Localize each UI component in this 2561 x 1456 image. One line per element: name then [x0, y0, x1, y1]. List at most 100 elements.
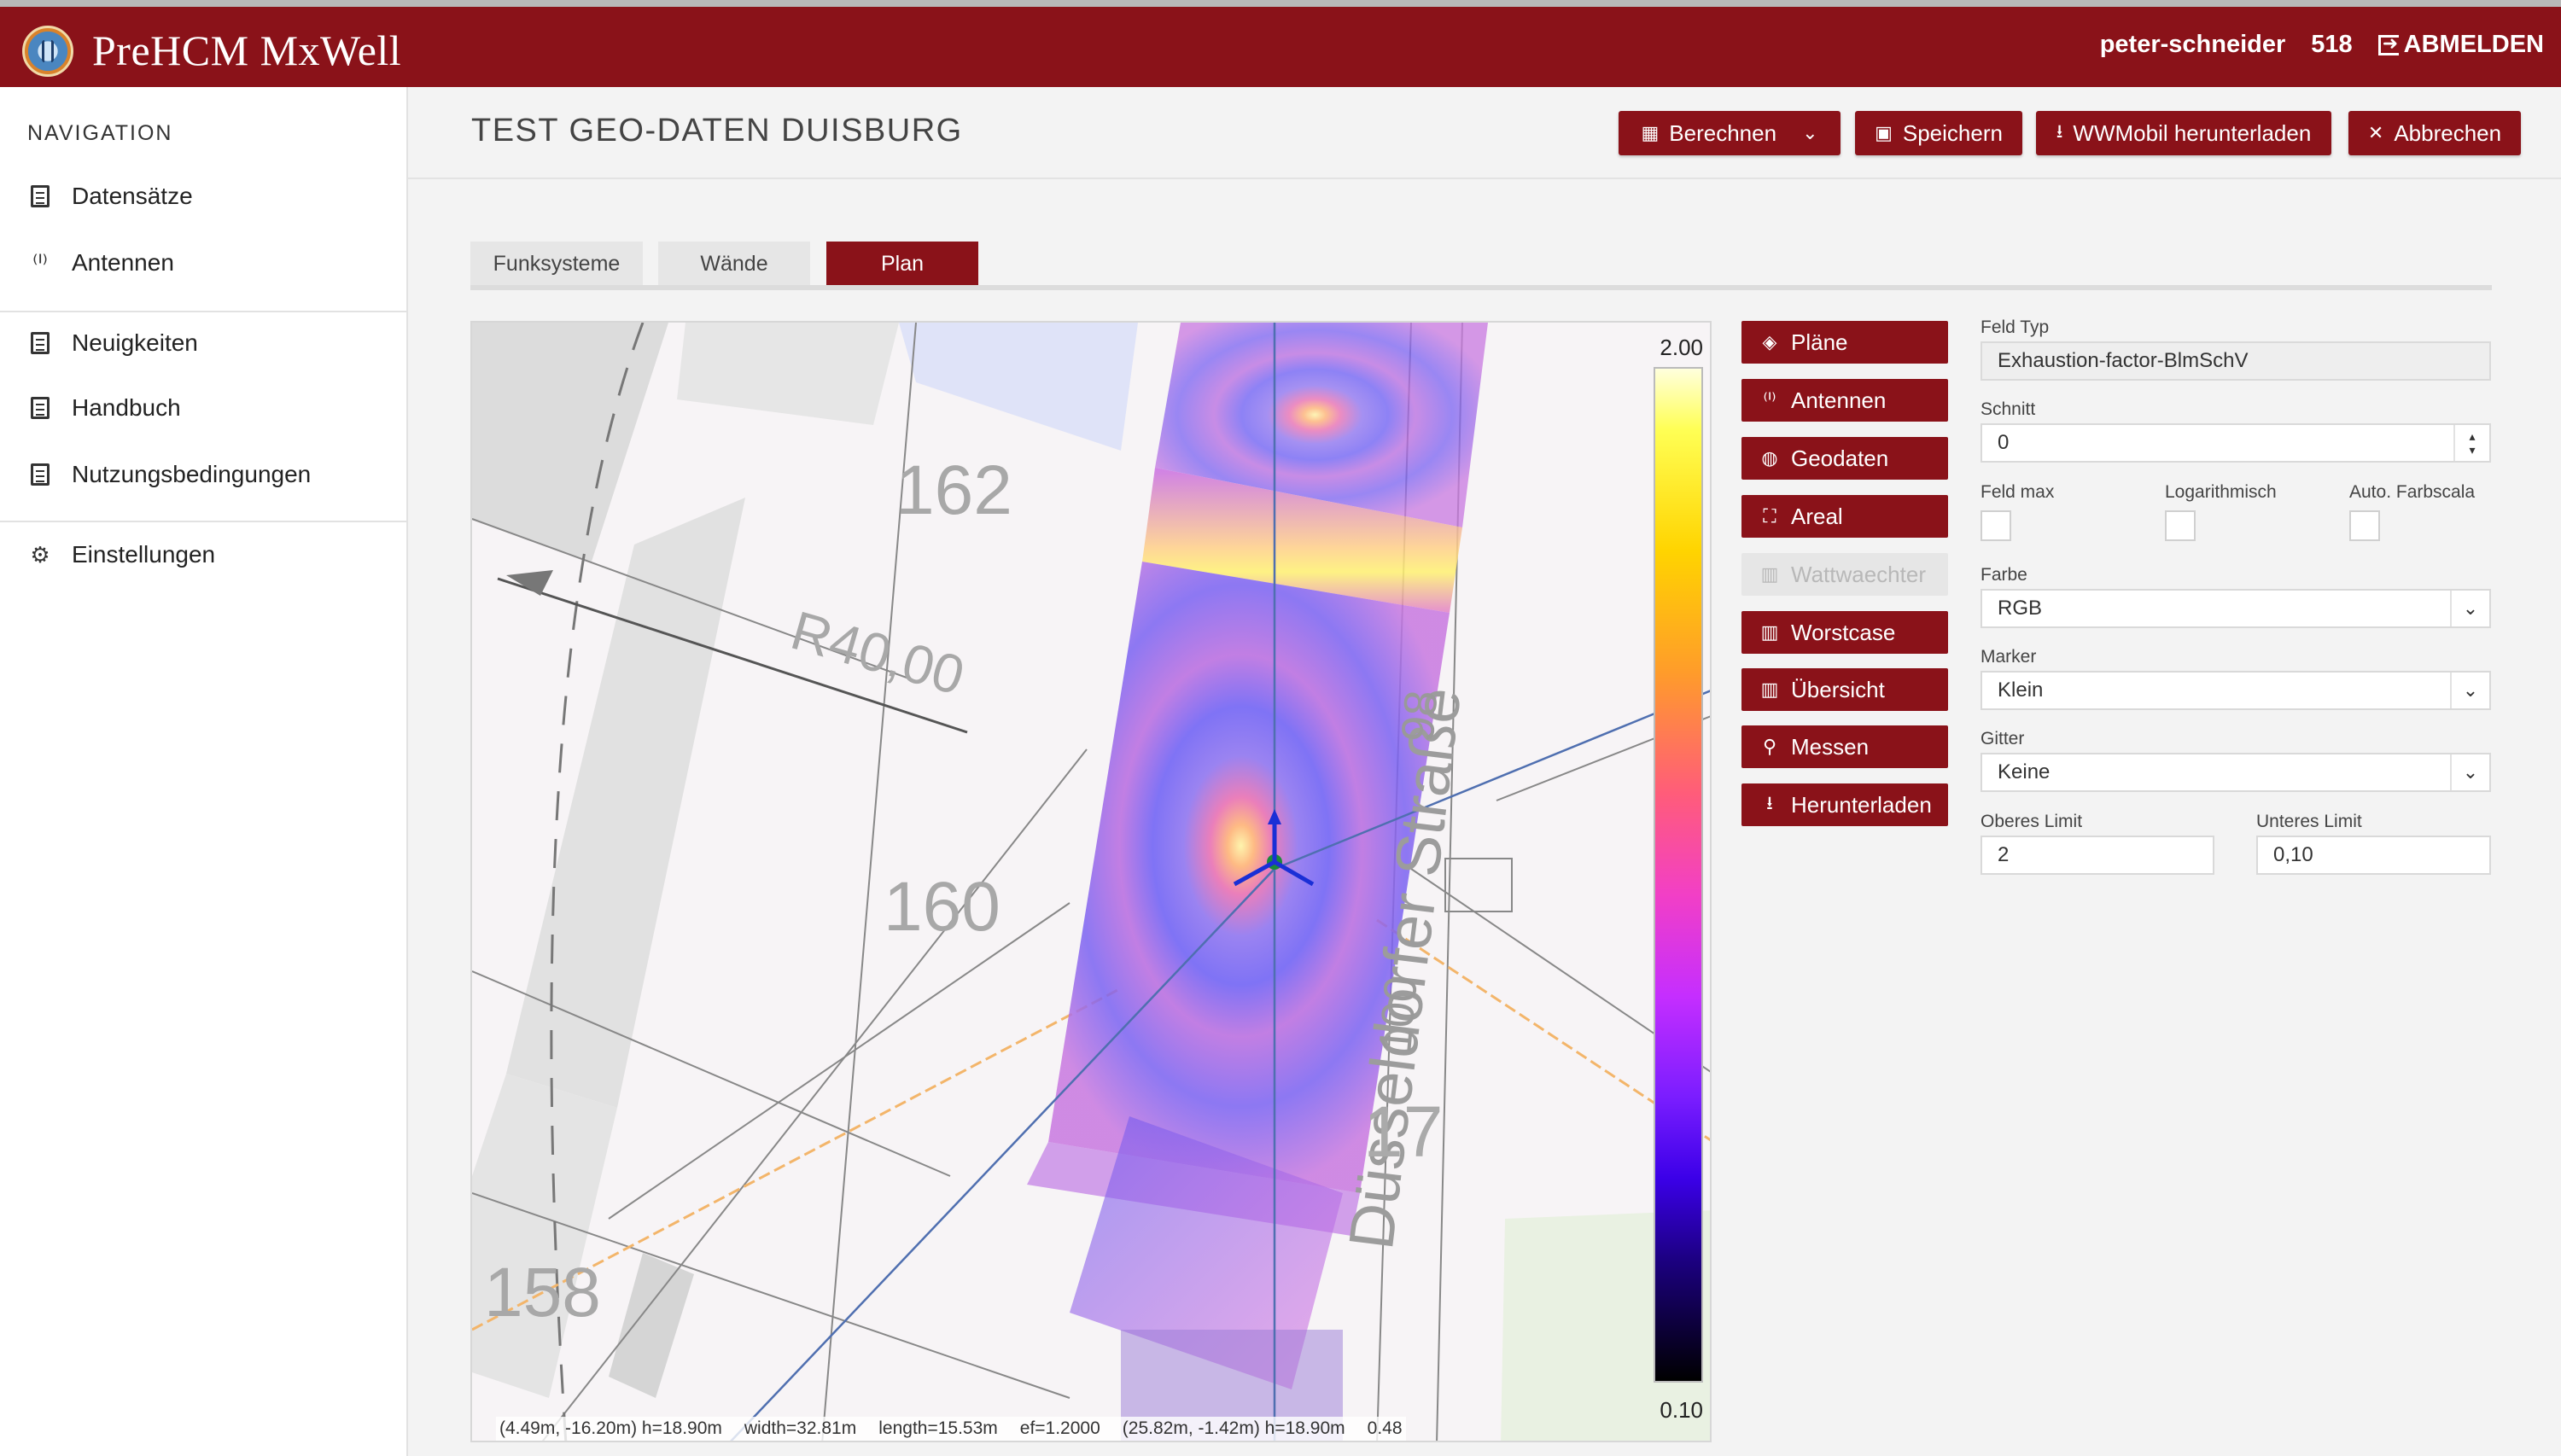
map-label-158: 158	[484, 1254, 601, 1331]
sidebar-item-datensaetze[interactable]: Datensätze	[27, 183, 193, 210]
sidebar-item-einstellungen[interactable]: ⚙ Einstellungen	[27, 541, 215, 568]
logarithmic-checkbox[interactable]	[2165, 510, 2196, 541]
plaene-label: Pläne	[1791, 329, 1848, 355]
manual-icon	[27, 395, 53, 421]
spinner-icon[interactable]: ▴ ▾	[2453, 425, 2489, 461]
sidebar-item-label: Handbuch	[72, 394, 181, 421]
top-bar: PreHCM MxWell peter-schneider 518 ABMELD…	[0, 0, 2561, 87]
herunterladen-button[interactable]: ⭳ Herunterladen	[1741, 783, 1948, 826]
chevron-down-icon: ⌄	[2450, 591, 2489, 626]
status-point-1: (4.49m, -16.20m) h=18.90m	[499, 1418, 722, 1438]
save-button[interactable]: ▣ Speichern	[1855, 111, 2022, 155]
logout-icon	[2377, 32, 2399, 55]
auto-scale-label: Auto. Farbscala	[2349, 482, 2476, 502]
sidebar-item-neuigkeiten[interactable]: Neuigkeiten	[27, 329, 198, 357]
uebersicht-label: Übersicht	[1791, 676, 1885, 702]
status-ef: ef=1.2000	[1019, 1418, 1100, 1438]
chevron-down-icon: ⌄	[2450, 673, 2489, 708]
uebersicht-button[interactable]: ▥ Übersicht	[1741, 668, 1948, 711]
cancel-label: Abbrechen	[2394, 119, 2502, 146]
tab-funksysteme[interactable]: Funksysteme	[470, 242, 643, 286]
color-scale-min: 0.10	[1660, 1397, 1703, 1423]
upper-limit-input[interactable]: 2	[1981, 836, 2214, 875]
tab-waende[interactable]: Wände	[658, 242, 810, 286]
search-icon: ⚲	[1762, 736, 1777, 757]
field-max-label: Feld max	[1981, 482, 2055, 502]
auto-scale-checkbox[interactable]	[2349, 510, 2380, 541]
logout-button[interactable]: ABMELDEN	[2377, 31, 2544, 59]
lower-limit-label: Unteres Limit	[2256, 812, 2362, 831]
sidebar-item-antennen[interactable]: ⁽ᑊ⁾ Antennen	[27, 249, 174, 277]
grid-label: Gitter	[1981, 729, 2025, 748]
chart-icon: ▥	[1760, 563, 1779, 585]
lower-limit-input[interactable]: 0,10	[2256, 836, 2491, 875]
map-label-160: 160	[884, 868, 1000, 946]
antennen-label: Antennen	[1791, 387, 1887, 413]
page-title: TEST GEO-DATEN DUISBURG	[471, 113, 963, 149]
download-icon: ⭳	[1766, 792, 1773, 813]
sidebar-item-nutzungsbedingungen[interactable]: Nutzungsbedingungen	[27, 461, 311, 488]
save-label: Speichern	[1902, 119, 2003, 146]
user-id: 518	[2311, 31, 2353, 58]
chevron-down-icon: ⌄	[1802, 122, 1818, 143]
antenna-icon: ⁽ᑊ⁾	[1763, 389, 1776, 411]
map-canvas[interactable]	[472, 323, 1712, 1442]
calculator-icon: ▦	[1641, 122, 1660, 143]
wattwaechter-button: ▥ Wattwaechter	[1741, 553, 1948, 596]
layers-icon: ◈	[1762, 331, 1777, 352]
sidebar-item-handbuch[interactable]: Handbuch	[27, 394, 181, 422]
color-select[interactable]: RGB ⌄	[1981, 589, 2491, 628]
upper-limit-label: Oberes Limit	[1981, 812, 2083, 831]
messen-button[interactable]: ⚲ Messen	[1741, 725, 1948, 768]
grid-value: Keine	[1998, 760, 2051, 783]
status-value: 0.48	[1367, 1418, 1403, 1438]
map-label-100: 100	[1369, 974, 1427, 1056]
tab-underline	[470, 285, 2492, 290]
cut-label: Schnitt	[1981, 399, 2036, 419]
status-point-2: (25.82m, -1.42m) h=18.90m	[1122, 1418, 1345, 1438]
color-value: RGB	[1998, 597, 2043, 620]
map-label-17: 17	[1363, 1092, 1444, 1172]
grid-select[interactable]: Keine ⌄	[1981, 753, 2491, 792]
geodaten-button[interactable]: ◍ Geodaten	[1741, 437, 1948, 480]
document-icon	[27, 462, 53, 487]
color-label: Farbe	[1981, 565, 2027, 585]
nav-divider	[0, 311, 406, 312]
worstcase-button[interactable]: ▥ Worstcase	[1741, 611, 1948, 654]
nav-heading: NAVIGATION	[27, 121, 173, 145]
news-icon	[27, 330, 53, 356]
marker-value: Klein	[1998, 678, 2044, 702]
logarithmic-label: Logarithmisch	[2165, 482, 2277, 502]
antennen-button[interactable]: ⁽ᑊ⁾ Antennen	[1741, 379, 1948, 422]
sidebar: NAVIGATION Datensätze ⁽ᑊ⁾ Antennen Neuig…	[0, 87, 408, 1456]
antenna-icon: ⁽ᑊ⁾	[32, 249, 48, 276]
cancel-button[interactable]: ✕ Abbrechen	[2348, 111, 2521, 155]
app-title[interactable]: PreHCM MxWell	[92, 26, 401, 75]
map-status-bar: (4.49m, -16.20m) h=18.90m width=32.81m l…	[496, 1417, 1406, 1441]
field-type-input: Exhaustion-factor-BlmSchV	[1981, 341, 2491, 381]
field-type-label: Feld Typ	[1981, 317, 2050, 337]
areal-button[interactable]: ⛶ Areal	[1741, 495, 1948, 538]
app-logo[interactable]	[22, 26, 73, 77]
cut-input[interactable]: 0 ▴ ▾	[1981, 423, 2491, 463]
calculate-button[interactable]: ▦ Berechnen ⌄	[1619, 111, 1841, 155]
color-scale-max: 2.00	[1660, 335, 1703, 360]
download-label: WWMobil herunterladen	[2073, 119, 2312, 146]
herunterladen-label: Herunterladen	[1791, 791, 1932, 818]
wattwaechter-label: Wattwaechter	[1791, 561, 1926, 587]
download-wwmobil-button[interactable]: ⭳ WWMobil herunterladen	[2036, 111, 2331, 155]
marker-select[interactable]: Klein ⌄	[1981, 671, 2491, 710]
map-label-98: 98	[1391, 688, 1448, 744]
status-length: length=15.53m	[878, 1418, 998, 1438]
globe-icon: ◍	[1761, 447, 1778, 469]
plaene-button[interactable]: ◈ Pläne	[1741, 321, 1948, 364]
geodaten-label: Geodaten	[1791, 445, 1889, 471]
sidebar-item-label: Einstellungen	[72, 541, 216, 568]
areal-label: Areal	[1791, 503, 1843, 529]
user-area: peter-schneider 518 ABMELDEN	[2100, 31, 2544, 59]
gear-icon: ⚙	[30, 541, 50, 568]
map-view[interactable]: 162 R40,00 160 158 Düsseldorfer Straße 9…	[470, 321, 1712, 1442]
tab-plan[interactable]: Plan	[826, 242, 978, 286]
calculate-label: Berechnen	[1669, 119, 1777, 146]
field-max-checkbox[interactable]	[1981, 510, 2011, 541]
